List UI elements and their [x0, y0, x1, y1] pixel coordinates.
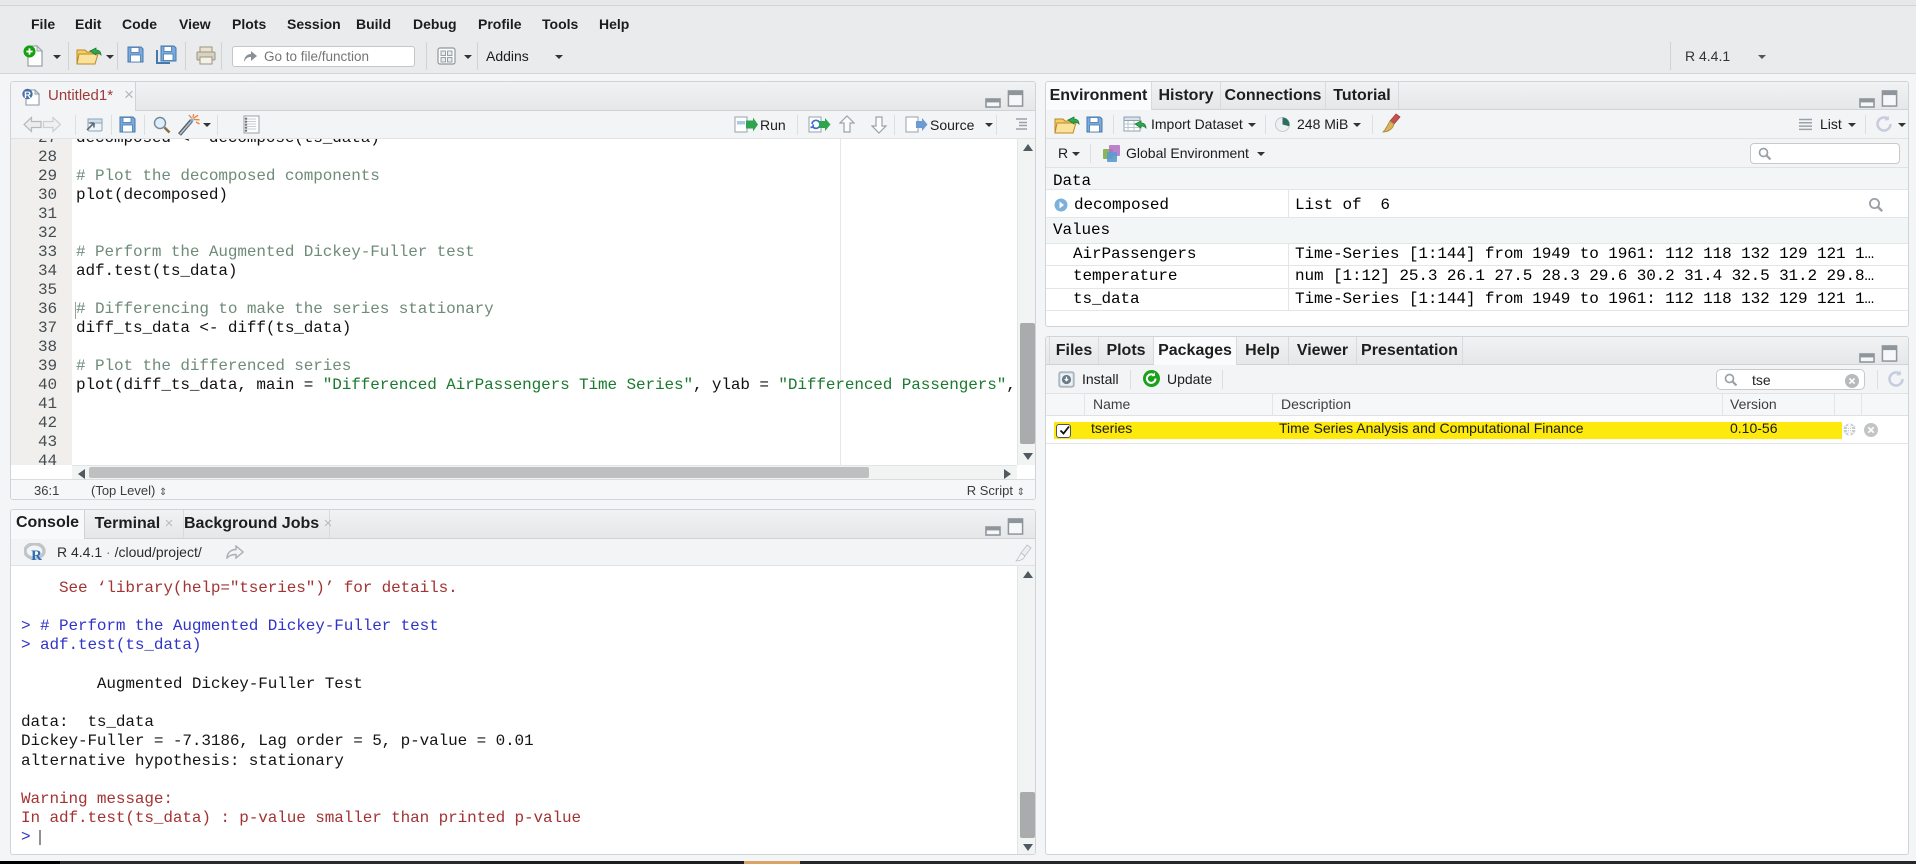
svg-text:R: R — [31, 548, 42, 562]
svg-text:R: R — [24, 90, 31, 101]
